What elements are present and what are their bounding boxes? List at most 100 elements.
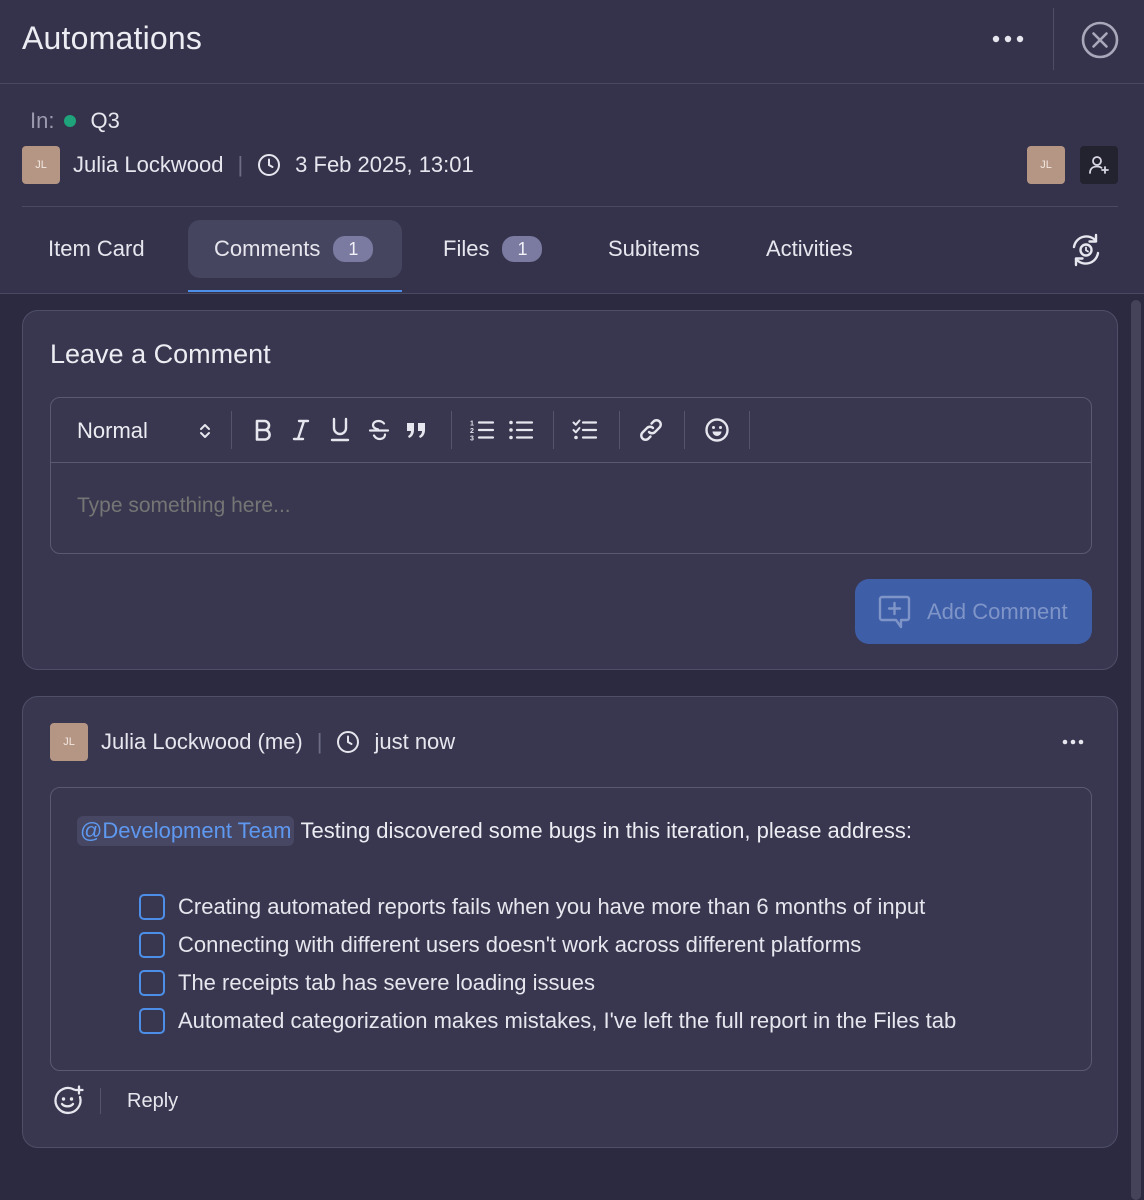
clock-icon [337,731,360,753]
more-horizontal-icon [992,35,1024,43]
tab-label: Comments [214,236,321,261]
toolbar-divider [684,411,685,449]
add-reaction-button[interactable] [50,1083,86,1119]
add-user-icon [1089,156,1109,174]
refresh-icon [1072,233,1100,267]
text-style-select[interactable]: Normal [77,398,212,463]
underline-button[interactable] [324,412,356,448]
add-assignee-button[interactable] [1080,146,1118,184]
select-arrows-icon [200,423,210,438]
svg-text:2: 2 [470,428,474,435]
tab-files[interactable]: Files 1 [417,220,568,278]
task-text: Creating automated reports fails when yo… [178,894,926,919]
group-location: In: Q3 [30,108,120,134]
close-button[interactable] [1078,18,1122,62]
bold-icon [255,419,271,441]
refresh-button[interactable] [1066,230,1106,270]
form-heading: Leave a Comment [50,339,271,369]
add-reaction-icon [54,1085,84,1115]
svg-text:3: 3 [470,436,474,443]
bold-button[interactable] [247,412,279,448]
quote-button[interactable] [401,412,433,448]
comment-text: Testing discovered some bugs in this ite… [300,818,912,843]
meta-divider [22,206,1118,207]
created-date: 3 Feb 2025, 13:01 [295,152,474,177]
ordered-list-icon: 1 2 3 [470,421,495,443]
comment-form: Leave a Comment Normal 1 2 3 Type someth… [22,310,1118,670]
avatar: JL [22,146,60,184]
bullet-list-button[interactable] [505,412,537,448]
ordered-list-button[interactable]: 1 2 3 [466,412,498,448]
in-label: In: [30,108,55,133]
tab-label: Activities [766,236,853,261]
tab-label: Files [443,236,490,261]
toolbar-divider [231,411,232,449]
tab-subitems[interactable]: Subitems [582,220,726,278]
task-checkbox[interactable] [139,932,165,958]
strikethrough-button[interactable] [363,412,395,448]
active-tab-indicator [188,290,402,292]
clock-icon [258,154,281,176]
more-options-button[interactable] [986,22,1030,56]
comment-text-line: @Development Team Testing discovered som… [77,816,912,846]
toolbar-divider [553,411,554,449]
svg-text:1: 1 [470,421,474,428]
mention-tag[interactable]: @Development Team [77,816,295,846]
task-checkbox[interactable] [139,1008,165,1034]
group-color-dot [64,115,77,127]
comment-footer: Reply [50,1083,178,1119]
add-comment-icon [878,595,911,628]
add-comment-button[interactable]: Add Comment [855,579,1092,644]
task-item: Creating automated reports fails when yo… [139,894,925,920]
comment-card: JL Julia Lockwood (me) | just now @Devel… [22,696,1118,1148]
panel-title: Automations [22,20,203,56]
comment-input[interactable] [77,494,1057,518]
tab-label: Subitems [608,236,700,261]
comment-time: just now [374,729,456,754]
count-badge: 1 [502,236,543,262]
tab-comments[interactable]: Comments 1 [188,220,402,278]
group-name[interactable]: Q3 [90,108,119,134]
emoji-icon [705,418,729,442]
checklist-button[interactable] [569,412,601,448]
italic-icon [292,419,310,441]
scrollbar[interactable] [1131,300,1141,1200]
tabs-bottom-border [0,293,1144,294]
toolbar-divider [451,411,452,449]
separator: | [237,152,244,177]
link-button[interactable] [635,412,667,448]
avatar: JL [50,723,88,761]
task-item: Automated categorization makes mistakes,… [139,1008,956,1034]
count-badge: 1 [333,236,374,262]
rich-text-editor: Normal 1 2 3 Type something here... [50,397,1092,554]
task-item: The receipts tab has severe loading issu… [139,970,595,996]
tab-item-card[interactable]: Item Card [22,220,171,278]
reply-button[interactable]: Reply [127,1090,178,1113]
task-text: Automated categorization makes mistakes,… [178,1008,957,1033]
panel-header: Automations [0,0,1144,84]
item-meta: In: Q3 JL Julia Lockwood | 3 Feb 2025, 1… [0,84,1144,294]
footer-divider [100,1088,101,1114]
task-checkbox[interactable] [139,970,165,996]
assignee-avatar[interactable]: JL [1027,146,1065,184]
separator: | [316,729,323,754]
checklist-icon [572,419,598,440]
bullet-list-icon [509,420,534,440]
task-checkbox[interactable] [139,894,165,920]
task-text: The receipts tab has severe loading issu… [178,970,596,995]
underline-icon [330,417,350,442]
emoji-button[interactable] [701,412,733,448]
header-divider [1053,8,1054,70]
tab-activities[interactable]: Activities [740,220,879,278]
tab-label: Item Card [48,236,145,261]
editor-toolbar: Normal 1 2 3 [51,398,1091,463]
tab-bar: Item Card Comments 1 Files 1 Subitems Ac… [0,220,1144,293]
task-item: Connecting with different users doesn't … [139,932,861,958]
text-style-value: Normal [77,417,148,443]
close-circle-icon [1081,21,1119,59]
strikethrough-icon [368,419,390,441]
toolbar-divider [619,411,620,449]
comment-more-button[interactable] [1053,729,1093,755]
italic-button[interactable] [285,412,317,448]
more-horizontal-icon [1062,739,1084,745]
